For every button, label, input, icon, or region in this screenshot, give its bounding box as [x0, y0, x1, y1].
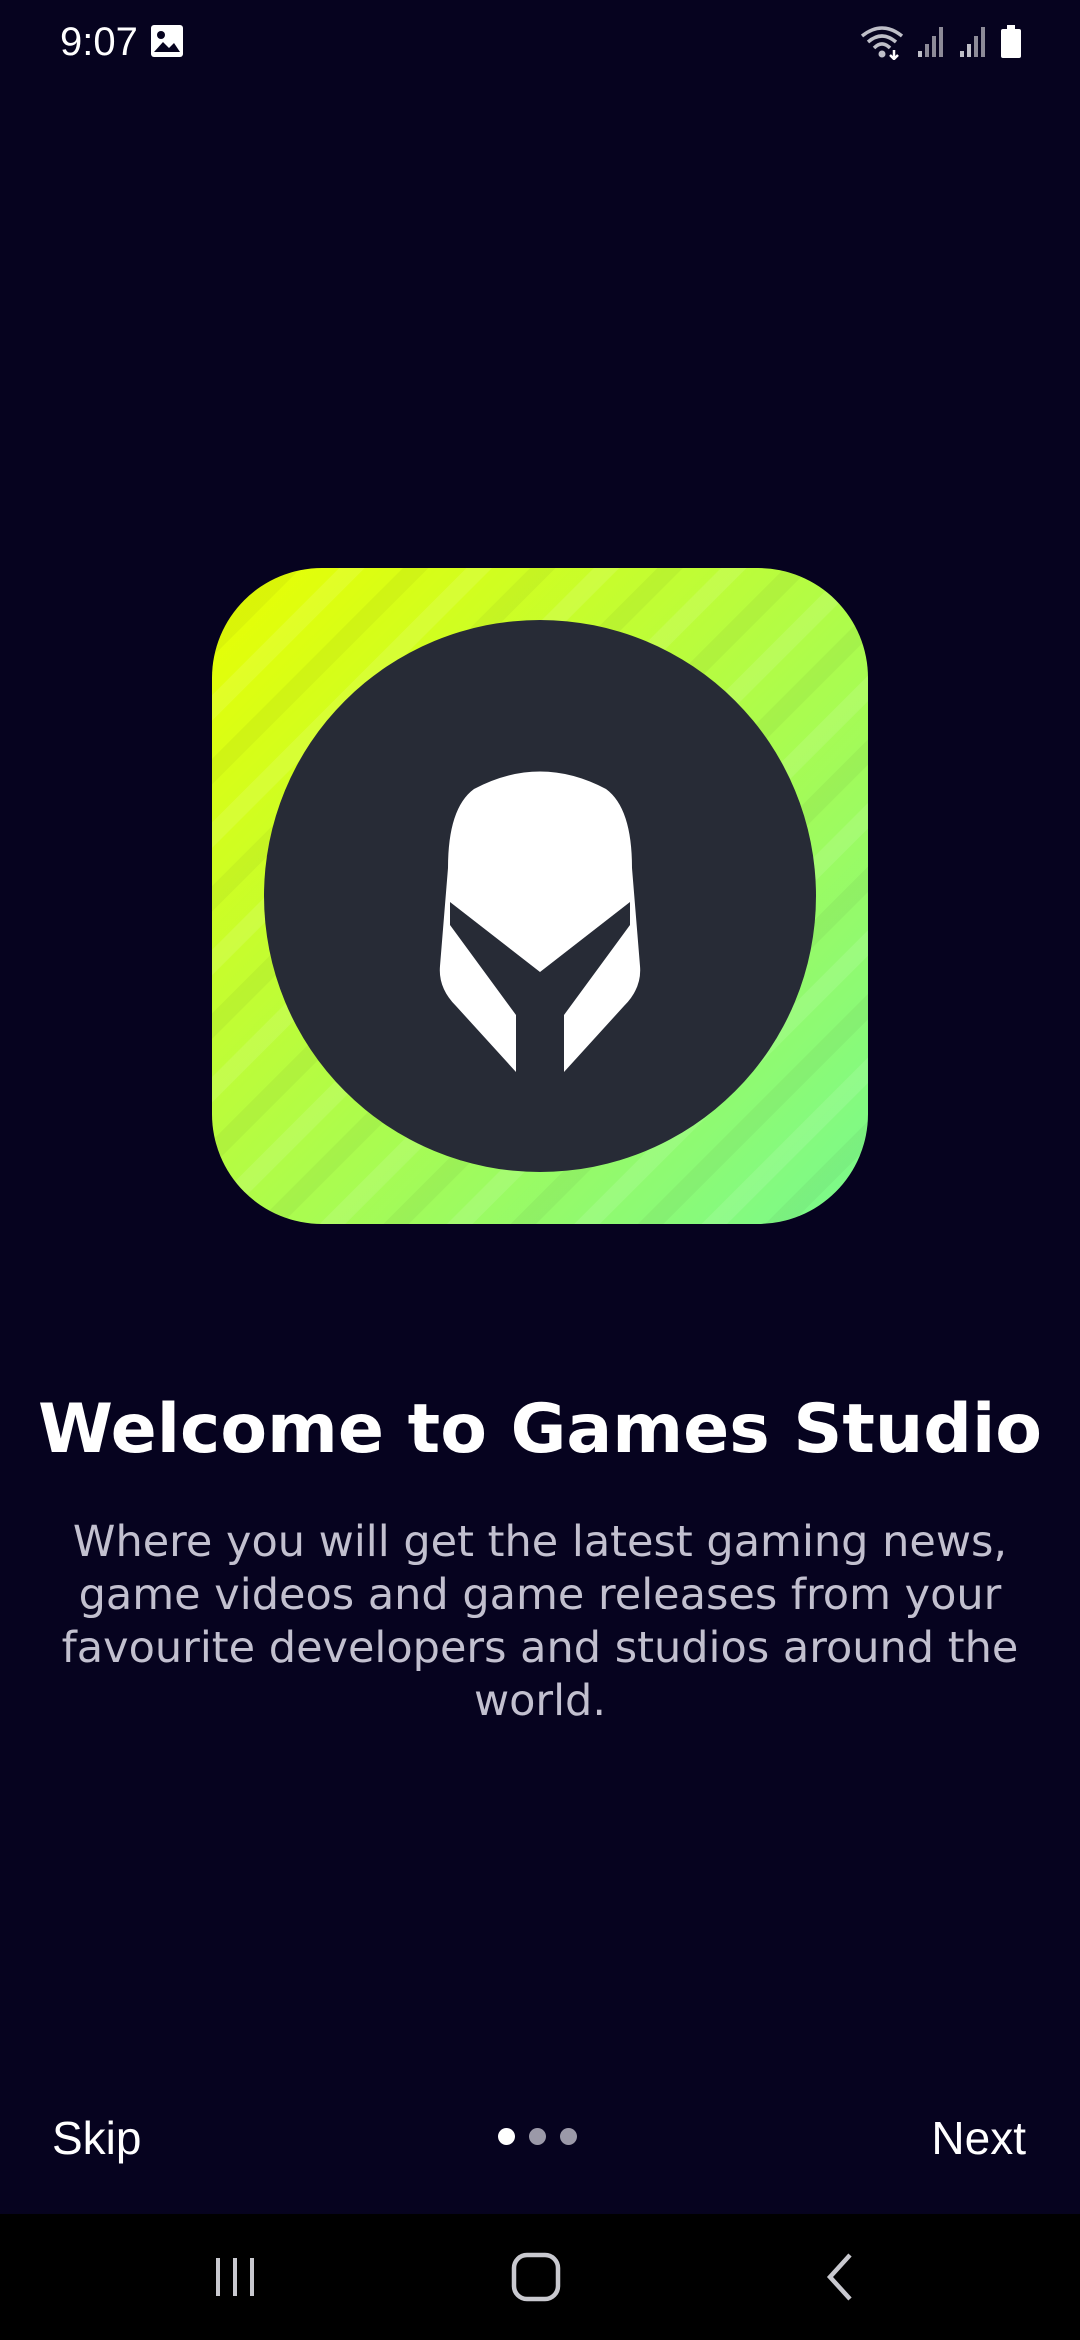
back-button[interactable] [770, 2214, 910, 2340]
signal-icon [918, 27, 943, 57]
next-button[interactable]: Next [931, 2108, 1026, 2168]
gallery-icon [151, 25, 183, 57]
battery-icon [1001, 25, 1021, 58]
welcome-description: Where you will get the latest gaming new… [61, 1517, 1019, 1726]
recent-apps-button[interactable] [165, 2214, 305, 2340]
system-nav-bar [0, 2214, 1080, 2340]
welcome-title: Welcome to Games Studio [38, 1390, 1042, 1469]
wifi-icon [860, 26, 904, 60]
page-dot-1[interactable] [498, 2127, 515, 2145]
page-dot-3[interactable] [560, 2127, 577, 2145]
status-icons [860, 22, 1022, 62]
back-icon [826, 2253, 852, 2301]
recent-apps-icon [216, 2258, 254, 2296]
status-bar: 9:07 [0, 0, 1080, 84]
status-time: 9:07 [60, 20, 138, 64]
signal-icon [960, 27, 985, 57]
page-indicator [498, 2126, 577, 2146]
helmet-logo-icon [212, 568, 868, 1224]
home-button[interactable] [466, 2214, 606, 2340]
page-dot-2[interactable] [529, 2127, 546, 2145]
skip-button[interactable]: Skip [52, 2108, 141, 2168]
home-icon [511, 2252, 561, 2302]
